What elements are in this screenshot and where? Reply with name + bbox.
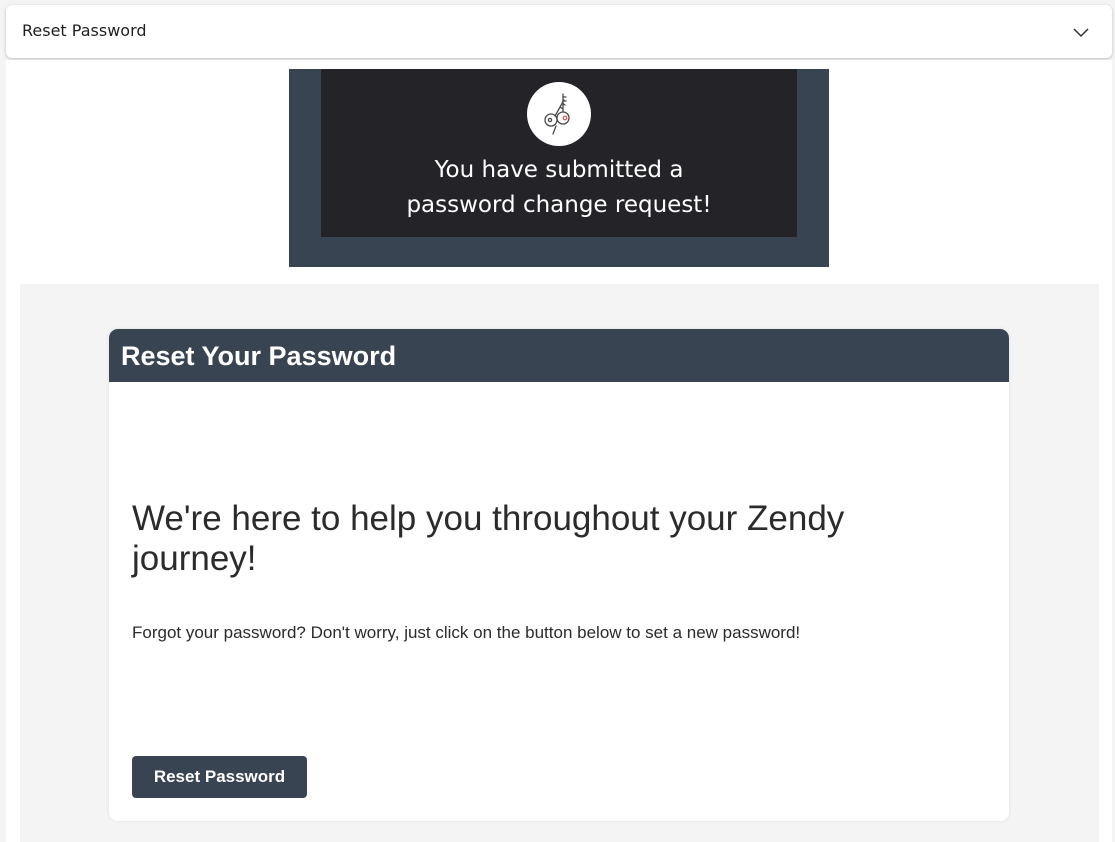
banner-message: You have submitted a password change req… — [321, 153, 797, 223]
reset-password-button[interactable]: Reset Password — [132, 756, 307, 798]
card-title: Reset Your Password — [121, 341, 397, 371]
header-title: Reset Password — [22, 21, 147, 40]
banner-line-2: password change request! — [406, 192, 712, 218]
banner-line-1: You have submitted a — [434, 157, 684, 183]
card-header: Reset Your Password — [109, 329, 1009, 382]
card-heading: We're here to help you throughout your Z… — [132, 499, 845, 578]
card-description: Forgot your password? Don't worry, just … — [132, 623, 801, 642]
email-body: You have submitted a password change req… — [6, 60, 1112, 842]
content-section: Reset Your Password We're here to help y… — [20, 284, 1099, 842]
reset-card: Reset Your Password We're here to help y… — [109, 329, 1009, 821]
chevron-down-icon[interactable] — [1072, 23, 1090, 41]
banner: You have submitted a password change req… — [289, 69, 829, 267]
banner-image: You have submitted a password change req… — [321, 69, 797, 237]
keys-icon — [527, 82, 591, 146]
collapsible-header[interactable]: Reset Password — [6, 5, 1112, 58]
